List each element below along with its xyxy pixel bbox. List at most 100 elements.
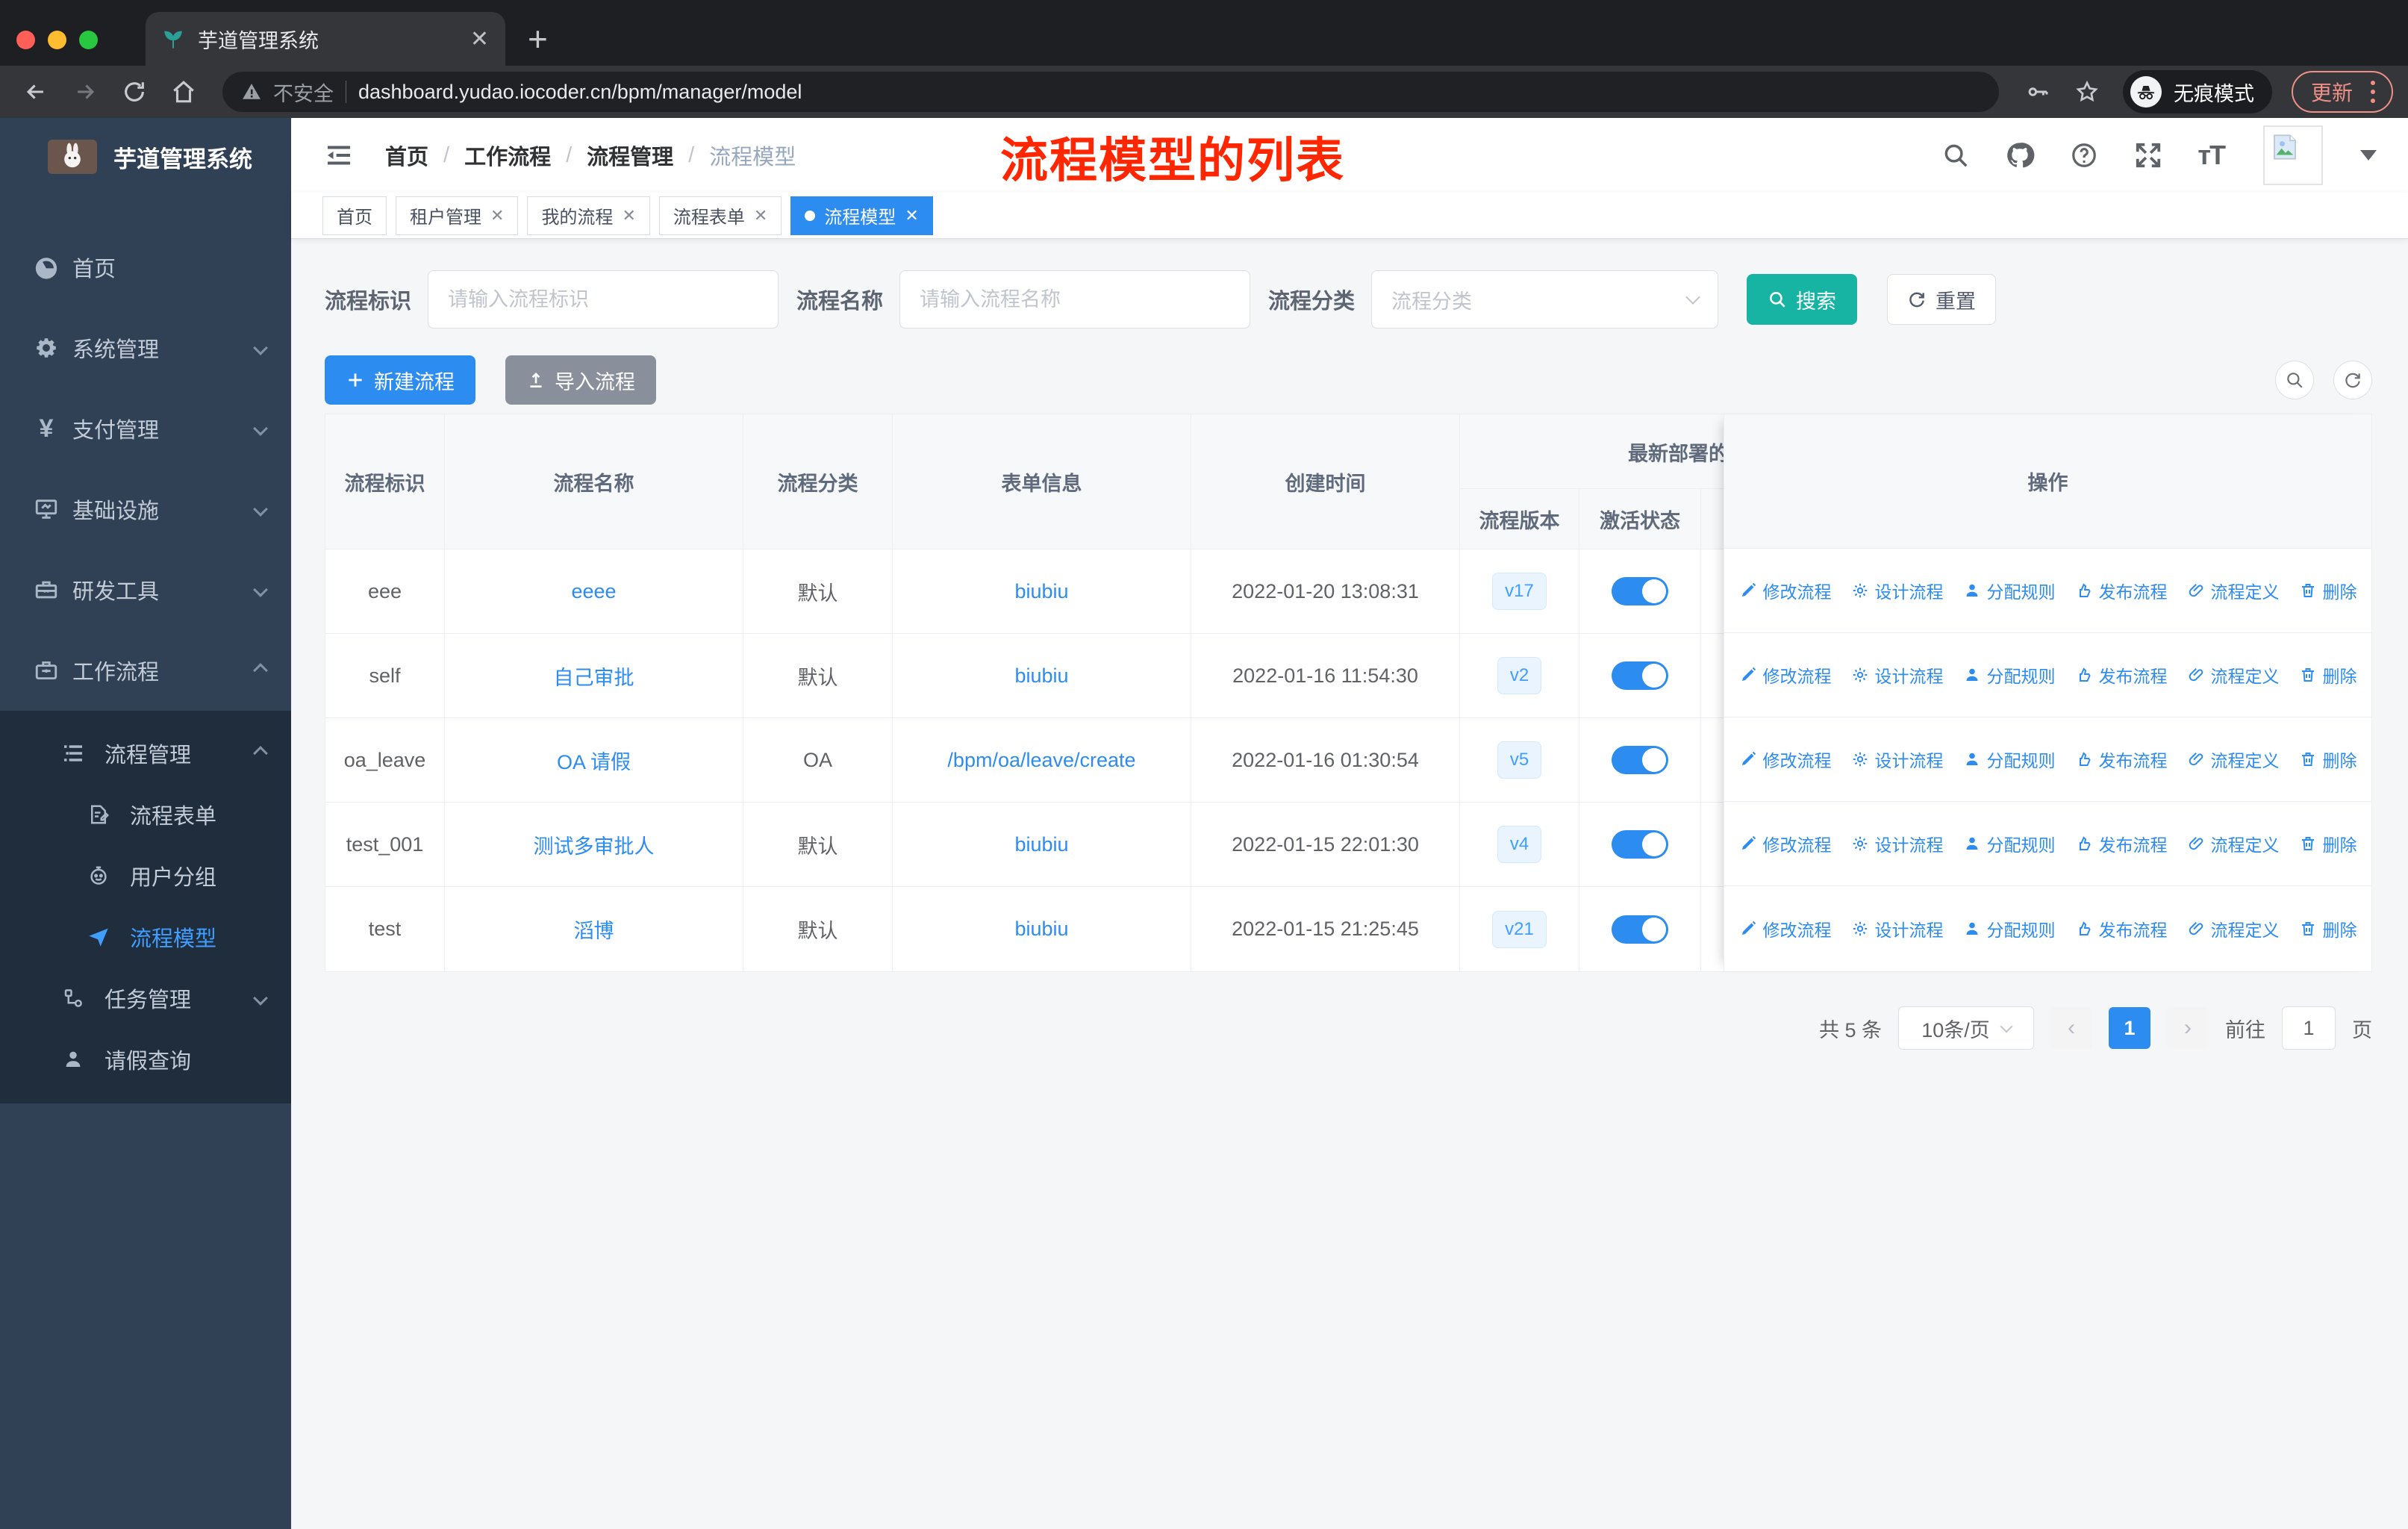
sidebar-item-process-management[interactable]: 流程管理 — [0, 723, 291, 784]
avatar[interactable] — [2263, 125, 2323, 185]
reload-icon[interactable] — [113, 71, 155, 113]
assign-user-action-link[interactable]: 分配规则 — [1963, 747, 2056, 772]
publish-action-link[interactable]: 发布流程 — [2075, 916, 2168, 941]
minimize-window-button[interactable] — [48, 30, 66, 49]
tag-my-process[interactable]: 我的流程 ✕ — [527, 196, 650, 235]
edit-action-link[interactable]: 修改流程 — [1739, 662, 1832, 688]
design-gear-action-link[interactable]: 设计流程 — [1851, 662, 1944, 688]
browser-update-menu[interactable]: 更新 — [2291, 71, 2393, 113]
assign-user-action-link[interactable]: 分配规则 — [1963, 916, 2056, 941]
form-info-link[interactable]: biubiu — [1014, 664, 1068, 688]
model-name-link[interactable]: OA 请假 — [557, 746, 631, 775]
font-size-icon[interactable]: ᴛT — [2198, 140, 2226, 171]
address-bar[interactable]: 不安全 dashboard.yudao.iocoder.cn/bpm/manag… — [222, 72, 1999, 112]
sidebar-item-process-form[interactable]: 流程表单 — [0, 784, 291, 845]
prev-page-button[interactable]: ‹ — [2050, 1007, 2092, 1049]
fullscreen-icon[interactable] — [2133, 140, 2163, 170]
browser-tab[interactable]: 芋道管理系统 ✕ — [146, 12, 505, 66]
close-icon[interactable]: ✕ — [622, 206, 635, 225]
page-size-select[interactable]: 10条/页 — [1898, 1006, 2034, 1050]
sidebar-item-payment[interactable]: ¥ 支付管理 — [0, 388, 291, 469]
publish-action-link[interactable]: 发布流程 — [2075, 747, 2168, 772]
next-page-button[interactable]: › — [2167, 1007, 2209, 1049]
sidebar-item-system[interactable]: 系统管理 — [0, 308, 291, 388]
tag-process-form[interactable]: 流程表单 ✕ — [658, 196, 782, 235]
close-window-button[interactable] — [16, 30, 35, 49]
help-icon[interactable] — [2069, 140, 2099, 170]
tab-close-icon[interactable]: ✕ — [470, 26, 489, 52]
sidebar-item-process-model[interactable]: 流程模型 — [0, 906, 291, 968]
create-process-button[interactable]: 新建流程 — [325, 355, 475, 405]
active-toggle[interactable] — [1612, 915, 1668, 944]
publish-action-link[interactable]: 发布流程 — [2075, 578, 2168, 603]
active-toggle[interactable] — [1612, 577, 1668, 605]
sidebar-item-infrastructure[interactable]: 基础设施 — [0, 469, 291, 549]
sidebar-item-devtools[interactable]: 研发工具 — [0, 549, 291, 630]
close-icon[interactable]: ✕ — [905, 206, 918, 225]
definition-action-link[interactable]: 流程定义 — [2187, 831, 2280, 856]
tag-process-model[interactable]: 流程模型 ✕ — [790, 196, 933, 235]
definition-action-link[interactable]: 流程定义 — [2187, 916, 2280, 941]
delete-action-link[interactable]: 删除 — [2299, 831, 2357, 856]
breadcrumb-process-management[interactable]: 流程管理 — [587, 140, 673, 171]
refresh-icon[interactable] — [2333, 361, 2372, 399]
edit-action-link[interactable]: 修改流程 — [1739, 747, 1832, 772]
definition-action-link[interactable]: 流程定义 — [2187, 578, 2280, 603]
breadcrumb-home[interactable]: 首页 — [385, 140, 428, 171]
avatar-caret-icon[interactable] — [2360, 150, 2377, 161]
delete-action-link[interactable]: 删除 — [2299, 578, 2357, 603]
active-toggle[interactable] — [1612, 830, 1668, 859]
process-category-select[interactable]: 流程分类 — [1371, 270, 1719, 328]
reset-button[interactable]: 重置 — [1887, 274, 1997, 325]
edit-action-link[interactable]: 修改流程 — [1739, 578, 1832, 603]
back-icon[interactable] — [15, 71, 57, 113]
publish-action-link[interactable]: 发布流程 — [2075, 662, 2168, 688]
search-button[interactable]: 搜索 — [1747, 274, 1858, 325]
design-gear-action-link[interactable]: 设计流程 — [1851, 831, 1944, 856]
design-gear-action-link[interactable]: 设计流程 — [1851, 578, 1944, 603]
home-icon[interactable] — [163, 71, 205, 113]
kebab-menu-icon[interactable] — [2366, 81, 2380, 103]
active-toggle[interactable] — [1612, 746, 1668, 774]
assign-user-action-link[interactable]: 分配规则 — [1963, 578, 2056, 603]
close-icon[interactable]: ✕ — [490, 206, 504, 225]
publish-action-link[interactable]: 发布流程 — [2075, 831, 2168, 856]
process-id-input[interactable] — [428, 270, 779, 328]
sidebar-item-home[interactable]: 首页 — [0, 227, 291, 308]
form-info-link[interactable]: biubiu — [1014, 833, 1068, 856]
process-name-input[interactable] — [899, 270, 1251, 328]
github-icon[interactable] — [2005, 140, 2035, 170]
new-tab-button[interactable]: + — [528, 22, 548, 56]
active-toggle[interactable] — [1612, 661, 1668, 690]
delete-action-link[interactable]: 删除 — [2299, 662, 2357, 688]
model-name-link[interactable]: eeee — [571, 580, 616, 603]
form-info-link[interactable]: /bpm/oa/leave/create — [947, 749, 1135, 772]
zoom-window-button[interactable] — [79, 30, 98, 49]
form-info-link[interactable]: biubiu — [1014, 580, 1068, 603]
sidebar-item-leave-query[interactable]: 请假查询 — [0, 1029, 291, 1090]
design-gear-action-link[interactable]: 设计流程 — [1851, 916, 1944, 941]
close-icon[interactable]: ✕ — [754, 206, 767, 225]
sidebar-item-user-group[interactable]: 用户分组 — [0, 845, 291, 906]
breadcrumb-workflow[interactable]: 工作流程 — [464, 140, 551, 171]
edit-action-link[interactable]: 修改流程 — [1739, 916, 1832, 941]
design-gear-action-link[interactable]: 设计流程 — [1851, 747, 1944, 772]
sidebar-item-task-management[interactable]: 任务管理 — [0, 968, 291, 1029]
sidebar-item-workflow[interactable]: 工作流程 — [0, 630, 291, 711]
model-name-link[interactable]: 滔博 — [574, 915, 614, 944]
sidebar-fold-icon[interactable] — [322, 139, 355, 172]
tag-tenant[interactable]: 租户管理 ✕ — [396, 196, 519, 235]
import-process-button[interactable]: 导入流程 — [505, 355, 656, 405]
search-icon[interactable] — [1941, 140, 1971, 170]
forward-icon[interactable] — [64, 71, 106, 113]
app-logo[interactable]: 芋道管理系统 — [0, 118, 291, 196]
delete-action-link[interactable]: 删除 — [2299, 747, 2357, 772]
definition-action-link[interactable]: 流程定义 — [2187, 662, 2280, 688]
form-info-link[interactable]: biubiu — [1014, 918, 1068, 941]
tag-home[interactable]: 首页 — [322, 196, 387, 235]
bookmark-star-icon[interactable] — [2066, 71, 2108, 113]
goto-page-input[interactable] — [2282, 1006, 2336, 1050]
show-search-icon[interactable] — [2275, 361, 2314, 399]
delete-action-link[interactable]: 删除 — [2299, 916, 2357, 941]
edit-action-link[interactable]: 修改流程 — [1739, 831, 1832, 856]
